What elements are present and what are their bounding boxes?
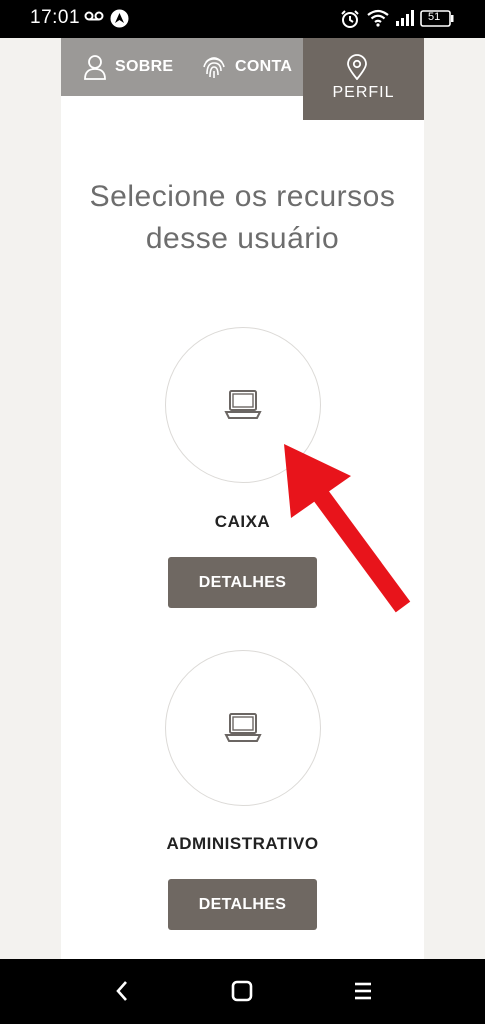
- menu-icon[interactable]: [352, 979, 374, 1008]
- location-app-icon: [110, 9, 129, 33]
- back-icon[interactable]: [112, 979, 132, 1008]
- signal-icon: [395, 9, 415, 32]
- page-title: Selecione os recursos desse usuário: [89, 180, 396, 255]
- tab-perfil-label: PERFIL: [332, 84, 395, 101]
- battery-icon: 51: [420, 10, 454, 32]
- tab-sobre[interactable]: SOBRE: [83, 38, 173, 96]
- location-pin-icon: [347, 54, 367, 80]
- status-time: 17:01: [30, 7, 81, 28]
- tab-conta-label: CONTA: [235, 58, 293, 75]
- laptop-icon: [224, 390, 262, 419]
- resource-name: ADMINISTRATIVO: [166, 834, 319, 853]
- tab-perfil[interactable]: PERFIL: [303, 38, 424, 120]
- details-button[interactable]: DETALHES: [168, 879, 317, 930]
- resource-caixa-circle[interactable]: [165, 327, 321, 483]
- alarm-icon: [340, 9, 360, 34]
- laptop-icon: [224, 713, 262, 742]
- tab-conta[interactable]: CONTA: [201, 38, 292, 96]
- tab-sobre-label: SOBRE: [115, 58, 174, 75]
- wifi-icon: [367, 9, 389, 32]
- nav-bar: [0, 959, 485, 1024]
- status-bar: 17:01 51: [0, 0, 485, 38]
- home-icon[interactable]: [230, 979, 254, 1008]
- resource-name: CAIXA: [214, 512, 271, 531]
- voicemail-icon: [84, 9, 104, 28]
- battery-level: 51: [428, 11, 441, 23]
- user-icon: [84, 55, 106, 80]
- fingerprint-icon: [203, 57, 225, 78]
- details-button[interactable]: DETALHES: [168, 557, 317, 608]
- resource-administrativo-circle[interactable]: [165, 650, 321, 806]
